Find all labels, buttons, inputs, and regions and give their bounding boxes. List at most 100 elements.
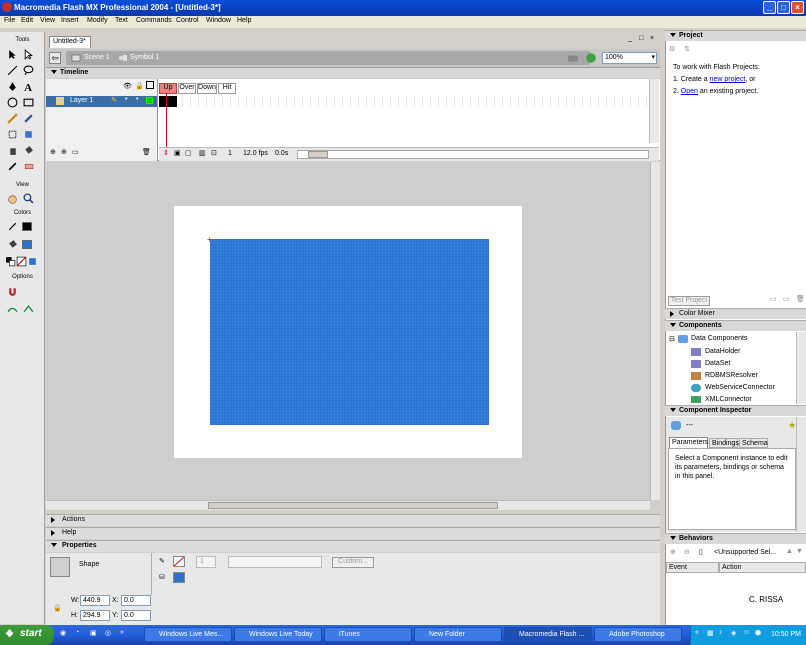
tray-network-icon[interactable]: ▦ — [707, 629, 714, 637]
add-file-icon[interactable]: ▭ — [783, 295, 790, 303]
insert-folder-icon[interactable]: ▭ — [72, 148, 79, 156]
sort-icon[interactable]: ⇅ — [684, 45, 690, 53]
tree-folder-data-components[interactable]: Data Components — [691, 335, 747, 342]
eraser-tool-icon[interactable] — [23, 161, 34, 172]
tab-bindings[interactable]: Bindings — [709, 438, 739, 448]
menu-file[interactable]: File — [4, 17, 15, 24]
component-item[interactable]: DataHolder — [705, 348, 740, 355]
inspector-scrollbar[interactable] — [796, 417, 806, 532]
swap-colors-icon[interactable] — [27, 256, 38, 267]
quicklaunch-desktop-icon[interactable]: ▣ — [90, 629, 97, 637]
task-macromedia-flash[interactable]: Macromedia Flash ... — [504, 627, 592, 642]
tray-security-icon[interactable]: ◈ — [731, 629, 736, 637]
edit-multiple-icon[interactable]: ▥ — [199, 149, 206, 157]
pencil-tool-icon[interactable] — [7, 113, 18, 124]
zoom-select[interactable]: 100% ▾ — [602, 52, 657, 64]
keyframe-cell[interactable] — [159, 96, 177, 107]
snap-magnet-icon[interactable] — [7, 286, 18, 297]
task-adobe-photoshop[interactable]: Adobe Photoshop — [594, 627, 682, 642]
lasso-tool-icon[interactable] — [23, 65, 34, 76]
menu-modify[interactable]: Modify — [87, 17, 108, 24]
remove-behavior-icon[interactable]: ⊖ — [684, 548, 690, 556]
add-layer-icon[interactable]: ⊕ — [50, 148, 56, 156]
star-icon[interactable]: ★ — [788, 420, 796, 431]
stage-hscroll[interactable] — [46, 500, 650, 510]
tab-parameters[interactable]: Parameters — [669, 437, 708, 448]
timeline-hscroll[interactable] — [297, 150, 649, 159]
component-inspector-header[interactable]: Component Inspector — [665, 405, 806, 416]
add-behavior-icon[interactable]: ⊕ — [670, 548, 676, 556]
stroke-height-field[interactable]: 1 — [196, 556, 216, 568]
task-itunes[interactable]: iTunes — [324, 627, 412, 642]
doc-close-icon[interactable]: × — [650, 35, 654, 42]
line-tool-icon[interactable] — [7, 65, 18, 76]
new-project-link[interactable]: new project — [710, 76, 746, 83]
menu-help[interactable]: Help — [237, 17, 251, 24]
stroke-style-select[interactable] — [228, 556, 322, 568]
arrow-tool-icon[interactable] — [7, 49, 18, 60]
tray-volume-icon[interactable]: ♪ — [719, 629, 723, 636]
timeline-hscroll-thumb[interactable] — [308, 151, 328, 158]
task-new-folder[interactable]: New Folder — [414, 627, 502, 642]
project-settings-icon[interactable]: ⚙ — [669, 45, 675, 53]
quicklaunch-explorer-icon[interactable]: ◔ — [75, 629, 79, 636]
fill-color-swatch[interactable] — [22, 240, 32, 249]
menu-commands[interactable]: Commands — [136, 17, 172, 24]
breadcrumb-scene[interactable]: Scene 1 — [84, 54, 110, 61]
tray-update-icon[interactable]: ⬢ — [755, 629, 761, 637]
quicklaunch-ie-icon[interactable]: ◉ — [60, 629, 66, 637]
menu-window[interactable]: Window — [206, 17, 231, 24]
components-header[interactable]: Components — [665, 320, 806, 331]
start-button[interactable]: ❖ start — [0, 625, 54, 645]
maximize-button[interactable]: □ — [777, 1, 790, 14]
blue-rectangle-shape[interactable] — [210, 239, 489, 425]
move-down-icon[interactable]: ▼ — [796, 548, 803, 555]
timeline-vscroll[interactable] — [649, 79, 659, 143]
constrain-lock-icon[interactable]: 🔒 — [53, 604, 62, 612]
layer-name[interactable]: Layer 1 — [70, 97, 93, 104]
frame-row[interactable] — [159, 96, 647, 107]
hand-tool-icon[interactable] — [7, 193, 18, 204]
zoom-tool-icon[interactable] — [23, 193, 34, 204]
center-frame-icon[interactable]: ⇕ — [163, 149, 169, 157]
tree-collapse-icon[interactable]: ⊟ — [669, 335, 675, 343]
column-header-action[interactable]: Action — [719, 562, 806, 573]
oval-tool-icon[interactable] — [7, 97, 18, 108]
delete-layer-icon[interactable]: 🗑 — [142, 148, 151, 156]
menu-control[interactable]: Control — [176, 17, 199, 24]
onion-skin-icon[interactable]: ▣ — [174, 149, 181, 157]
color-mixer-header[interactable]: Color Mixer — [665, 308, 806, 319]
fill-color-button[interactable] — [173, 572, 185, 583]
help-panel-header[interactable]: Help — [46, 527, 660, 539]
eye-icon[interactable]: 👁 — [123, 82, 132, 90]
timeline-header[interactable]: Timeline — [46, 67, 660, 78]
straighten-icon[interactable] — [23, 304, 34, 315]
task-windows-live-today[interactable]: Windows Live Today — [234, 627, 322, 642]
frame-label-down[interactable]: Down — [197, 83, 217, 94]
clock[interactable]: 10:50 PM — [771, 631, 801, 638]
doc-minimize-icon[interactable]: _ — [628, 35, 632, 42]
edit-symbols-icon[interactable] — [585, 52, 597, 64]
open-project-link[interactable]: Open — [681, 88, 698, 95]
component-item[interactable]: WebServiceConnector — [705, 384, 775, 391]
brush-tool-icon[interactable] — [23, 113, 34, 124]
stage-hscroll-thumb[interactable] — [208, 502, 498, 509]
minimize-button[interactable]: _ — [763, 1, 776, 14]
outline-icon[interactable] — [146, 81, 154, 89]
document-tab[interactable]: Untitled-3* — [49, 36, 91, 48]
frame-label-over[interactable]: Over — [178, 83, 196, 94]
column-header-event[interactable]: Event — [666, 562, 719, 573]
layer-row[interactable]: Layer 1 ✎ • • — [46, 96, 157, 107]
rectangle-tool-icon[interactable] — [23, 97, 34, 108]
menu-edit[interactable]: Edit — [21, 17, 33, 24]
stroke-color-button[interactable] — [173, 556, 185, 567]
menu-text[interactable]: Text — [115, 17, 128, 24]
no-color-icon[interactable] — [16, 256, 27, 267]
onion-outline-icon[interactable]: ▢ — [185, 149, 192, 157]
layer-outline-color[interactable] — [146, 97, 153, 104]
close-button[interactable]: × — [791, 1, 804, 14]
delete-icon[interactable]: 🗑 — [796, 295, 805, 303]
paint-bucket-tool-icon[interactable] — [23, 145, 34, 156]
frame-label-up[interactable]: Up — [159, 83, 177, 94]
modify-markers-icon[interactable]: ⊡ — [211, 149, 217, 157]
